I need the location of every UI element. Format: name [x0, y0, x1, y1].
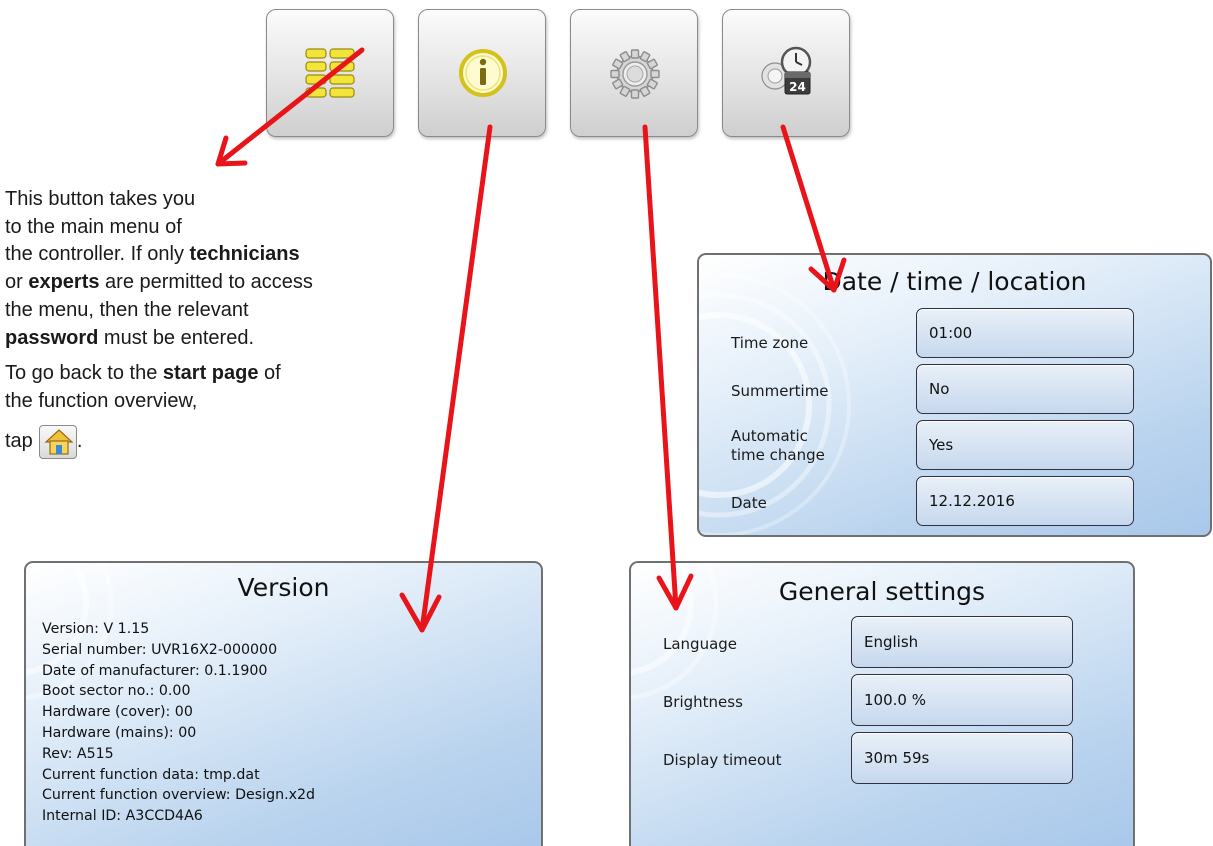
panel-title: Date / time / location — [822, 267, 1087, 296]
main-menu-description: This button takes you to the main menu o… — [5, 186, 405, 459]
version-panel: Version Version: V 1.15 Serial number: U… — [24, 561, 543, 846]
hardware-mains-line: Hardware (mains): 00 — [42, 724, 197, 741]
date-time-location-panel: Date / time / location Time zone 01:00 S… — [697, 253, 1212, 537]
display-timeout-field[interactable]: 30m 59s — [851, 732, 1073, 784]
arrowhead-description — [215, 135, 248, 167]
settings-button[interactable] — [570, 9, 698, 137]
function-data-line: Current function data: tmp.dat — [42, 766, 260, 783]
settings-gear-icon — [610, 49, 660, 99]
automatic-time-change-label: Automatic time change — [731, 427, 825, 464]
summertime-label: Summertime — [731, 382, 829, 400]
summertime-field[interactable]: No — [916, 364, 1134, 414]
main-menu-icon — [305, 48, 355, 98]
home-icon — [44, 428, 74, 455]
revision-line: Rev: A515 — [42, 745, 114, 762]
hardware-cover-line: Hardware (cover): 00 — [42, 704, 193, 721]
version-line: Version: V 1.15 — [42, 621, 150, 637]
display-timeout-label: Display timeout — [663, 751, 782, 769]
manufacture-date-line: Date of manufacturer: 0.1.1900 — [42, 662, 268, 679]
info-icon — [459, 49, 507, 97]
function-overview-line: Current function overview: Design.x2d — [42, 787, 316, 804]
general-settings-panel: General settings Language English Bright… — [629, 561, 1135, 846]
date-time-calendar-icon: 24 — [761, 46, 812, 95]
tap-home-line: tap . — [5, 424, 405, 459]
brightness-field[interactable]: 100.0 % — [851, 674, 1073, 726]
description-paragraph-2: To go back to the start page of the func… — [5, 362, 281, 412]
svg-text:24: 24 — [789, 80, 806, 94]
version-info-list: Version: V 1.15 Serial number: UVR16X2-0… — [42, 619, 315, 827]
time-zone-field[interactable]: 01:00 — [916, 308, 1134, 358]
internal-id-line: Internal ID: A3CCD4A6 — [42, 808, 203, 825]
boot-sector-line: Boot sector no.: 0.00 — [42, 683, 191, 700]
date-label: Date — [731, 494, 767, 512]
arrow-to-version — [419, 124, 493, 633]
main-menu-button[interactable] — [266, 9, 394, 137]
time-zone-label: Time zone — [731, 334, 809, 352]
brightness-label: Brightness — [663, 693, 743, 711]
date-time-button[interactable]: 24 — [722, 9, 850, 137]
panel-title: General settings — [778, 577, 986, 606]
date-field[interactable]: 12.12.2016 — [916, 476, 1134, 526]
language-label: Language — [663, 635, 738, 653]
arrow-to-general-settings — [642, 124, 679, 611]
serial-number-line: Serial number: UVR16X2-000000 — [42, 641, 278, 658]
home-button[interactable] — [38, 424, 77, 459]
panel-title: Version — [237, 573, 330, 602]
automatic-time-change-field[interactable]: Yes — [916, 420, 1134, 470]
language-field[interactable]: English — [851, 616, 1073, 668]
description-paragraph-1: This button takes you to the main menu o… — [5, 188, 313, 349]
info-button[interactable] — [418, 9, 546, 137]
